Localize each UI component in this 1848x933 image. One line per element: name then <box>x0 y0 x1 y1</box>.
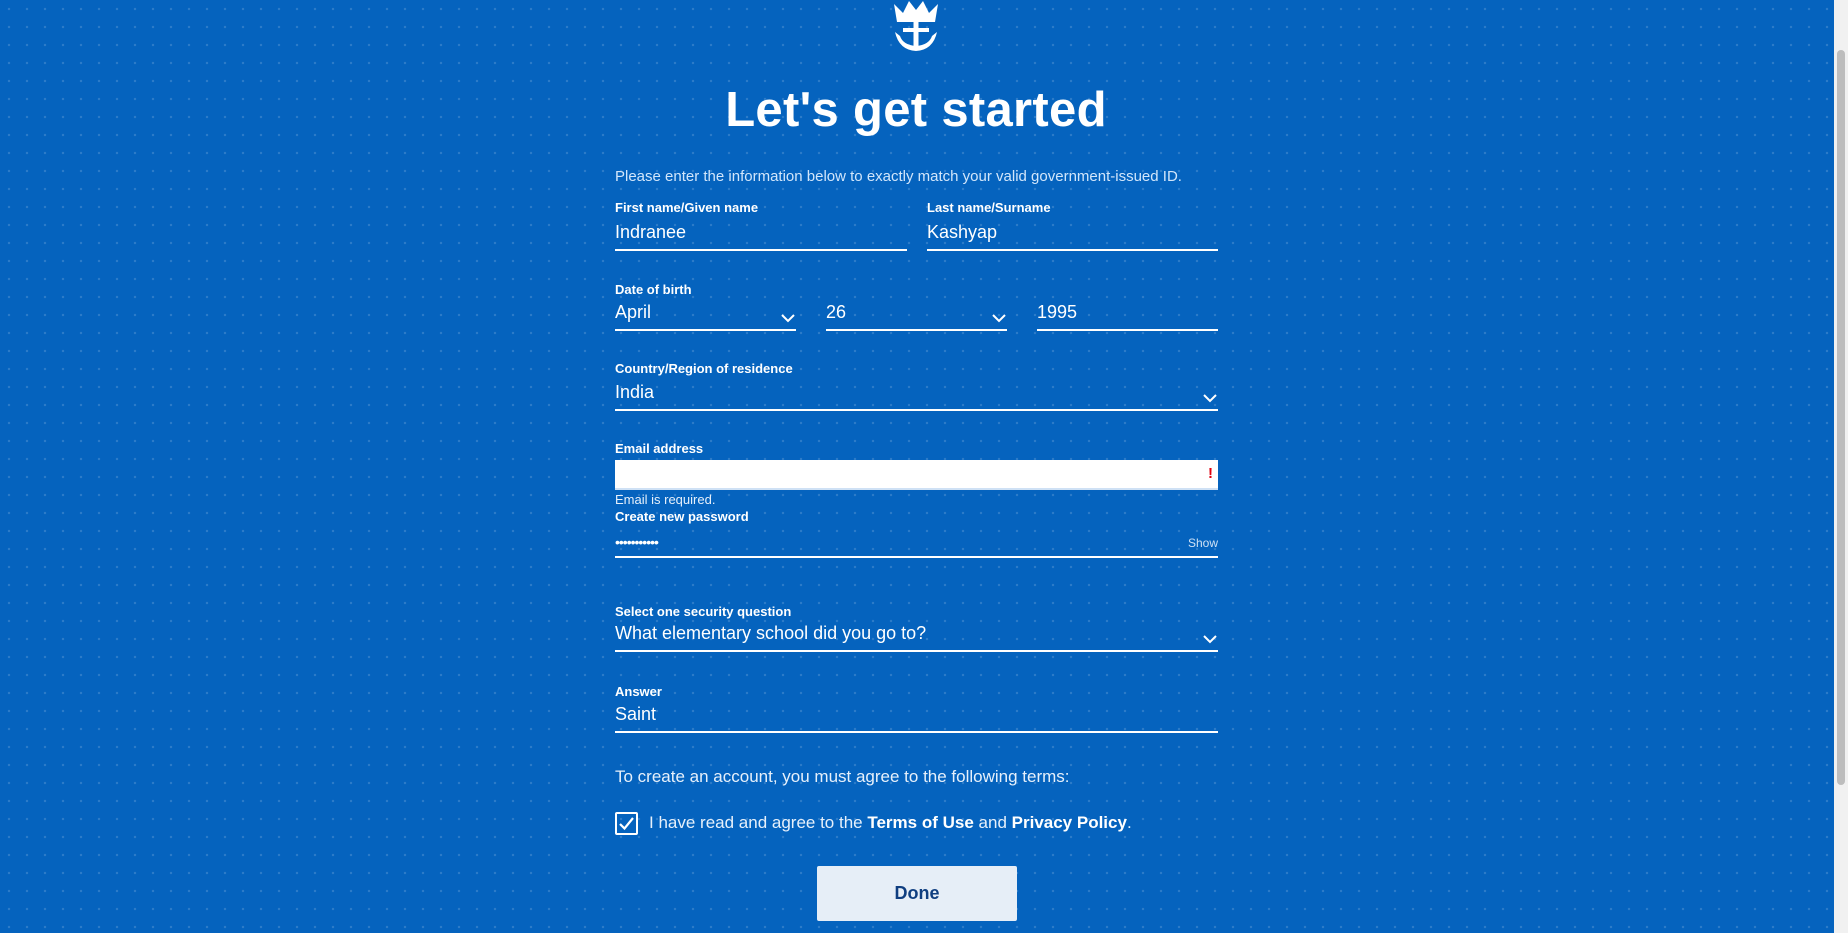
terms-intro-text: To create an account, you must agree to … <box>615 767 1070 786</box>
password-field[interactable]: ••••••••••• Show <box>615 526 1218 558</box>
first-name-field[interactable]: Indranee <box>615 219 907 251</box>
password-label: Create new password <box>615 509 749 524</box>
checkmark-icon <box>619 817 634 831</box>
email-error-message: Email is required. <box>615 492 716 507</box>
intro-text: Please enter the information below to ex… <box>615 168 1182 185</box>
email-label: Email address <box>615 441 704 456</box>
agree-and: and <box>978 813 1007 832</box>
chevron-down-icon <box>1203 394 1217 403</box>
email-field-wrapper: ! <box>615 460 1218 490</box>
country-select[interactable]: India <box>615 379 1218 411</box>
country-value: India <box>615 382 655 402</box>
last-name-value: Kashyap <box>927 222 998 242</box>
last-name-field[interactable]: Kashyap <box>927 219 1218 251</box>
chevron-down-icon <box>1203 635 1217 644</box>
done-button[interactable]: Done <box>817 866 1017 921</box>
exclamation-icon: ! <box>1208 465 1213 482</box>
answer-value: Saint <box>615 704 657 724</box>
answer-field[interactable]: Saint <box>615 701 1218 733</box>
agree-suffix: . <box>1126 813 1132 832</box>
privacy-policy-link[interactable]: Privacy Policy <box>1012 813 1127 832</box>
security-question-label: Select one security question <box>615 604 792 619</box>
dob-month-value: April <box>615 302 652 322</box>
security-question-value: What elementary school did you go to? <box>615 623 927 643</box>
terms-checkbox[interactable] <box>615 812 638 835</box>
page-title: Let's get started <box>725 83 1107 137</box>
agree-prefix: I have read and agree to the <box>649 813 863 832</box>
dob-day-select[interactable]: 26 <box>826 299 1007 331</box>
dob-label: Date of birth <box>615 282 692 297</box>
country-label: Country/Region of residence <box>615 361 793 376</box>
show-password-button[interactable]: Show <box>1188 536 1218 550</box>
terms-of-use-link[interactable]: Terms of Use <box>867 813 973 832</box>
chevron-down-icon <box>781 314 795 323</box>
terms-agreement-text: I have read and agree to the Terms of Us… <box>649 813 1132 833</box>
answer-label: Answer <box>615 684 662 699</box>
chevron-down-icon <box>992 314 1006 323</box>
email-field[interactable] <box>615 460 1191 488</box>
last-name-label: Last name/Surname <box>927 200 1051 215</box>
page-scrollbar[interactable] <box>1834 0 1848 933</box>
dob-month-select[interactable]: April <box>615 299 796 331</box>
dob-year-field[interactable]: 1995 <box>1037 299 1218 331</box>
dob-year-value: 1995 <box>1037 302 1078 322</box>
password-value: ••••••••••• <box>615 534 659 550</box>
crown-anchor-logo <box>894 1 938 51</box>
first-name-value: Indranee <box>615 222 687 242</box>
scrollbar-thumb[interactable] <box>1837 50 1845 785</box>
first-name-label: First name/Given name <box>615 200 759 215</box>
dob-day-value: 26 <box>826 302 847 322</box>
security-question-select[interactable]: What elementary school did you go to? <box>615 620 1218 652</box>
